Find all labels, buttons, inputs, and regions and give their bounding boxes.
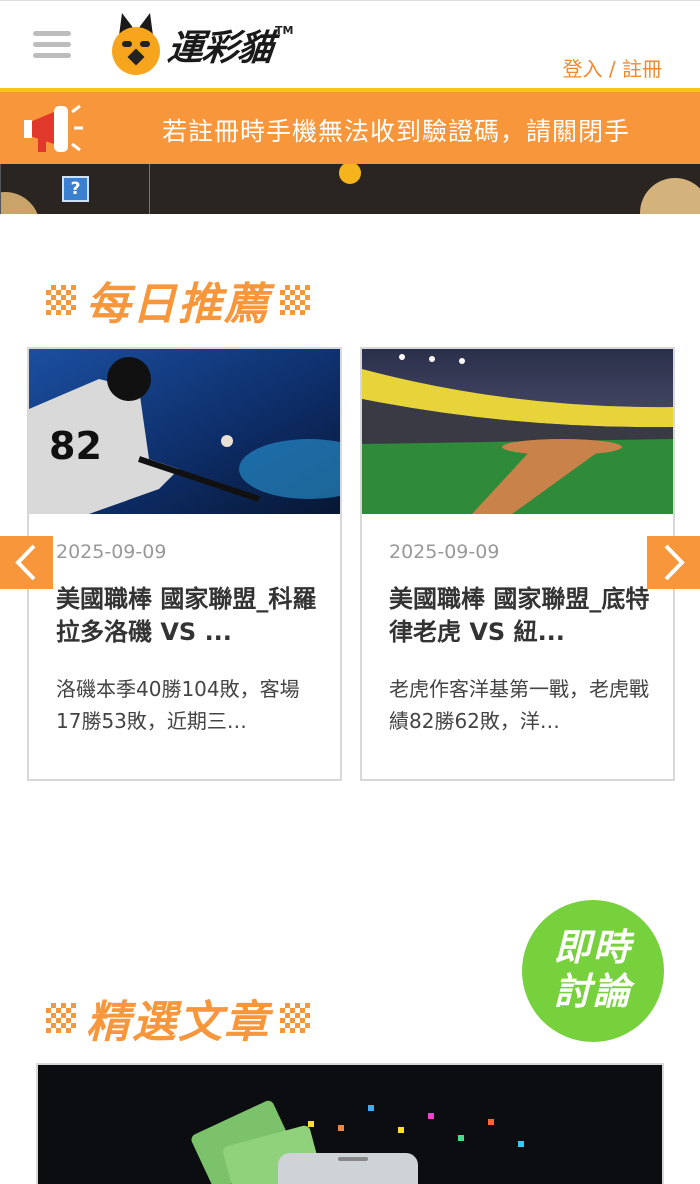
carousel-prev-button[interactable] [0,536,53,589]
card-date: 2025-09-09 [56,541,167,563]
hamburger-menu-icon[interactable] [33,31,71,61]
checker-deco-icon [280,1003,310,1033]
pick-card[interactable]: 82 2025-09-09 美國職棒 國家聯盟_科羅拉多洛磯 VS ... 洛磯… [27,347,342,781]
checker-deco-icon [46,285,76,315]
card-description: 老虎作客洋基第一戰，老虎戰績82勝62敗，洋… [389,677,649,733]
featured-articles-heading: 精選文章 [36,986,320,1050]
card-date: 2025-09-09 [389,541,500,563]
checker-deco-icon [280,285,310,315]
site-logo[interactable]: 運彩貓 TM [112,13,293,75]
cat-logo-icon [112,13,160,75]
featured-article-image[interactable] [36,1063,664,1184]
card-title[interactable]: 美國職棒 國家聯盟_底特律老虎 VS 紐... [389,583,651,649]
chevron-right-icon [664,544,685,581]
card-title[interactable]: 美國職棒 國家聯盟_科羅拉多洛磯 VS ... [56,583,318,649]
stadium-image [362,349,673,514]
checker-deco-icon [46,1003,76,1033]
live-discussion-label: 即時討論 [554,926,632,1013]
banner-strip: ? [0,164,700,214]
banner-frame: ? [0,164,150,214]
card-description: 洛磯本季40勝104敗，客場17勝53敗，近期三… [56,677,300,733]
baseball-batter-image: 82 [29,349,340,514]
megaphone-icon [24,104,83,152]
logo-text: 運彩貓 [165,28,275,69]
daily-picks-title: 每日推薦 [86,279,270,330]
top-header: 運彩貓 TM 登入 / 註冊 [0,0,700,88]
help-icon[interactable]: ? [62,176,89,202]
chevron-left-icon [15,544,36,581]
svg-text:82: 82 [49,424,102,468]
pick-card[interactable]: 2025-09-09 美國職棒 國家聯盟_底特律老虎 VS 紐... 老虎作客洋… [360,347,675,781]
carousel-dot[interactable] [339,164,361,184]
carousel-next-button[interactable] [647,536,700,589]
logo-trademark: TM [275,23,294,37]
live-discussion-button[interactable]: 即時討論 [522,900,664,1042]
login-register-link[interactable]: 登入 / 註冊 [563,53,662,82]
announcement-bar: 若註冊時手機無法收到驗證碼，請關閉手 [0,88,700,164]
announcement-text: 若註冊時手機無法收到驗證碼，請關閉手 [162,117,631,146]
featured-articles-title: 精選文章 [86,997,270,1048]
daily-picks-heading: 每日推薦 [36,268,320,332]
